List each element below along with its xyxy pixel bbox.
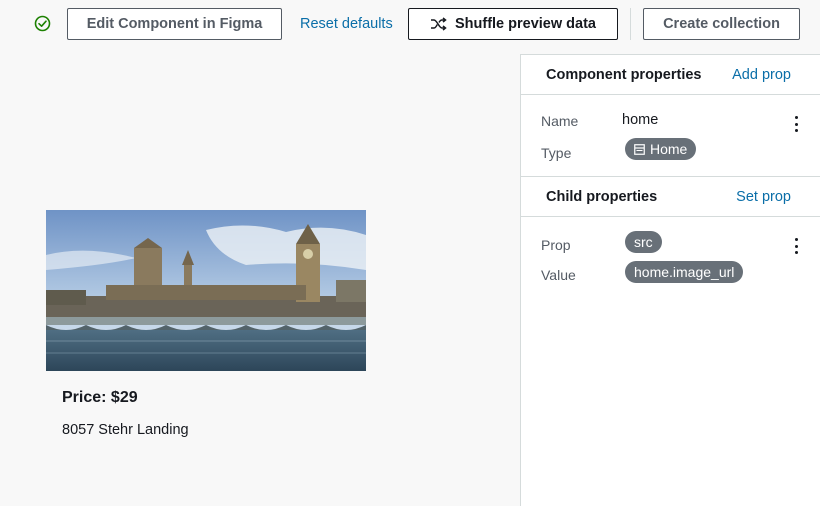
prop-chip: src (625, 231, 662, 253)
preview-image (46, 210, 366, 371)
add-prop-link[interactable]: Add prop (732, 67, 791, 83)
table-icon (634, 143, 645, 155)
type-label: Type (541, 145, 572, 161)
type-value: Home (650, 141, 688, 157)
preview-price: Price: $29 (62, 389, 138, 406)
check-circle-icon (34, 15, 51, 32)
create-collection-label: Create collection (663, 16, 780, 32)
type-chip: Home (625, 138, 697, 160)
toolbar-divider (630, 8, 631, 40)
prop-label: Prop (541, 237, 571, 253)
component-properties-header: Component properties Add prop (521, 55, 820, 95)
value-value: home.image_url (634, 264, 735, 280)
toolbar: Edit Component in Figma Reset defaults S… (0, 0, 820, 50)
edit-in-figma-button[interactable]: Edit Component in Figma (67, 8, 282, 40)
shuffle-preview-label: Shuffle preview data (454, 16, 596, 32)
child-properties-title: Child properties (546, 189, 658, 205)
preview-address: 8057 Stehr Landing (62, 422, 189, 438)
set-prop-link[interactable]: Set prop (736, 189, 791, 205)
edit-in-figma-label: Edit Component in Figma (86, 16, 263, 32)
name-label: Name (541, 113, 579, 129)
child-properties-header: Child properties Set prop (521, 177, 820, 217)
name-value: home (622, 112, 659, 128)
reset-defaults-link[interactable]: Reset defaults (300, 16, 393, 32)
child-menu-icon[interactable] (791, 236, 801, 256)
component-properties-section: Name home Type Home (521, 95, 820, 177)
prop-value: src (634, 234, 653, 250)
value-label: Value (541, 267, 576, 283)
properties-panel: Component properties Add prop Name home … (520, 54, 820, 506)
component-menu-icon[interactable] (791, 114, 801, 134)
create-collection-button[interactable]: Create collection (643, 8, 800, 40)
value-chip: home.image_url (625, 261, 744, 283)
shuffle-icon (430, 17, 447, 31)
shuffle-preview-button[interactable]: Shuffle preview data (408, 8, 618, 40)
component-properties-title: Component properties (546, 67, 702, 83)
